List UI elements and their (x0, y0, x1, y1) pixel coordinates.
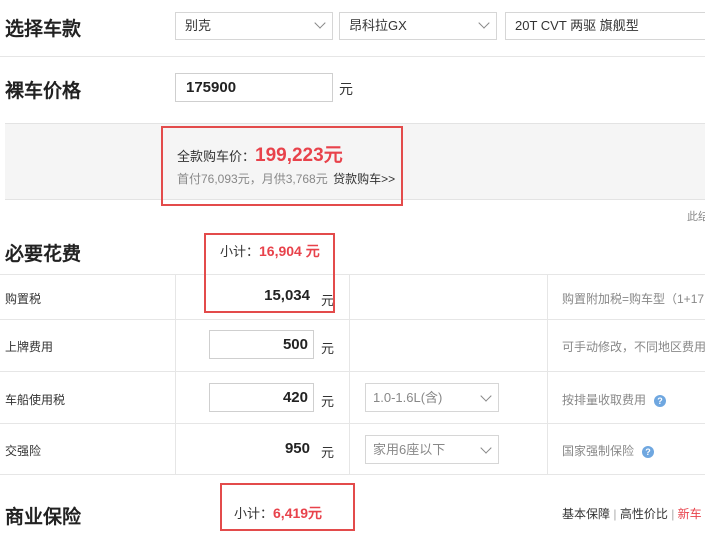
compulsory-insurance-note: 国家强制保险? (562, 442, 655, 459)
chevron-down-icon (314, 17, 326, 29)
plate-fee-note: 可手动修改，不同地区费用 (562, 340, 705, 354)
seat-type-select[interactable]: 家用6座以下 (365, 435, 499, 464)
highlight-box (204, 233, 335, 313)
bare-price-unit: 元 (339, 81, 353, 97)
displacement-select-value: 1.0-1.6L(含) (373, 390, 443, 405)
select-car-heading: 选择车款 (5, 19, 82, 40)
plate-fee-input[interactable]: 500 (209, 330, 314, 359)
chevron-down-icon (480, 390, 492, 402)
brand-select-value: 别克 (185, 18, 212, 33)
compulsory-insurance-note-text: 国家强制保险 (562, 444, 635, 458)
plate-fee-unit: 元 (321, 341, 335, 356)
displacement-select[interactable]: 1.0-1.6L(含) (365, 383, 499, 412)
divider (0, 56, 705, 57)
compulsory-insurance-unit: 元 (321, 445, 335, 460)
necessary-heading: 必要花费 (5, 244, 82, 265)
plan-separator: | (613, 507, 617, 521)
divider (0, 474, 705, 475)
bare-price-heading: 裸车价格 (5, 81, 82, 102)
plan-tab-new-car[interactable]: 新车 (678, 507, 702, 521)
vehicle-tax-unit: 元 (321, 394, 335, 409)
vehicle-tax-note: 按排量收取费用? (562, 391, 667, 408)
purchase-tax-note: 购置附加税=购车型（1+17 (562, 292, 705, 306)
divider (0, 371, 705, 372)
model-select[interactable]: 昂科拉GX (339, 12, 497, 40)
column-divider (175, 274, 176, 474)
insurance-plan-tabs: 基本保障 | 高性价比 | 新车 (562, 505, 702, 522)
plate-fee-label: 上牌费用 (5, 340, 54, 354)
bare-price-input[interactable]: 175900 (175, 73, 333, 102)
column-divider (547, 274, 548, 474)
seat-type-select-value: 家用6座以下 (373, 442, 446, 457)
brand-select[interactable]: 别克 (175, 12, 333, 40)
compulsory-insurance-label: 交强险 (5, 444, 42, 458)
highlight-box (161, 126, 403, 206)
divider (0, 423, 705, 424)
chevron-down-icon (478, 17, 490, 29)
help-icon[interactable]: ? (642, 445, 655, 458)
side-note: 此结 (687, 211, 705, 223)
chevron-down-icon (480, 442, 492, 454)
plan-tab-basic[interactable]: 基本保障 (562, 507, 610, 521)
trim-select[interactable]: 20T CVT 两驱 旗舰型 (505, 12, 705, 40)
trim-select-value: 20T CVT 两驱 旗舰型 (515, 18, 639, 33)
divider (0, 274, 705, 275)
plan-tab-value[interactable]: 高性价比 (620, 507, 668, 521)
compulsory-insurance-value: 950 (284, 440, 310, 457)
commercial-heading: 商业保险 (5, 507, 82, 528)
divider (0, 319, 705, 320)
highlight-box (220, 483, 355, 531)
vehicle-tax-label: 车船使用税 (5, 393, 66, 407)
plan-separator: | (671, 507, 675, 521)
purchase-tax-label: 购置税 (5, 292, 42, 306)
help-icon[interactable]: ? (654, 394, 667, 407)
vehicle-tax-input[interactable]: 420 (209, 383, 314, 412)
vehicle-tax-note-text: 按排量收取费用 (562, 393, 647, 407)
column-divider (349, 274, 350, 474)
model-select-value: 昂科拉GX (349, 18, 407, 33)
